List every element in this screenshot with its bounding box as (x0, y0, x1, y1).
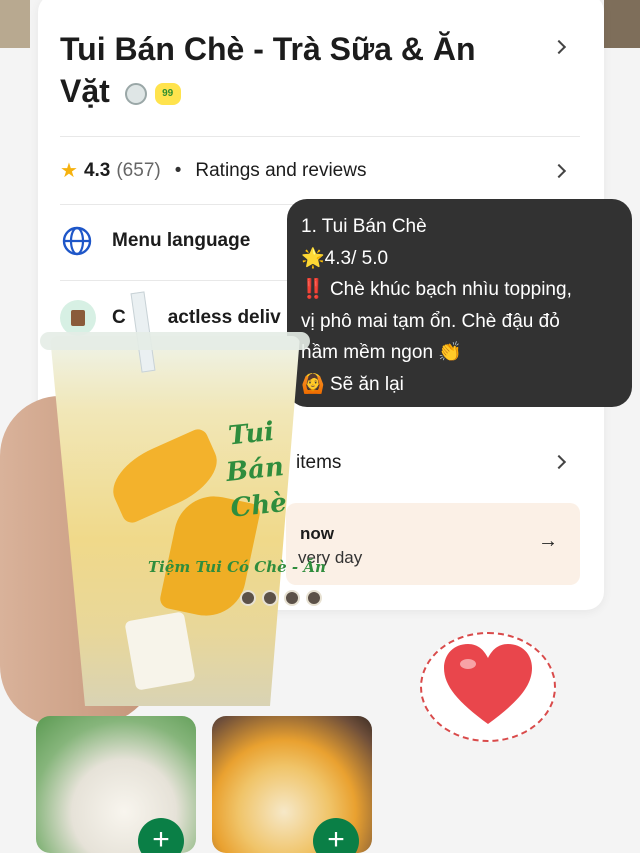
arrow-right-icon[interactable]: → (538, 530, 558, 553)
review-line-title: 1. Tui Bán Chè (301, 216, 427, 237)
globe-icon (62, 226, 92, 256)
review-line-comment-2: vị phô mai tạm ổn. Chè đậu đỏ (301, 310, 560, 332)
review-line-comment-3: hầm mềm ngon 👏 (301, 341, 462, 363)
star-icon: ★ (60, 160, 78, 182)
ratings-and-reviews-link[interactable]: Ratings and reviews (195, 160, 366, 182)
background-photo-right (604, 0, 640, 48)
promo-banner[interactable] (286, 503, 580, 585)
clapping-hands-icon: 👏 (438, 341, 462, 363)
pearls (240, 590, 322, 606)
background-photo-left (0, 0, 30, 48)
store-title-text: Tui Bán Chè - Trà Sữa & Ăn Vặt (60, 31, 476, 109)
heart-sticker (412, 624, 562, 752)
promo-99-badge-icon: 99 (154, 82, 181, 105)
cup-tagline: Tiệm Tui Có Chè - Ăn (148, 558, 326, 576)
review-overlay-bubble: 1. Tui Bán Chè 🌟4.3/ 5.0 ‼️ Chè khúc bạc… (287, 199, 632, 407)
drink-cup-photo: Tui Bán Chè Tiệm Tui Có Chè - Ăn (0, 291, 326, 726)
store-badges: 99 (124, 82, 181, 105)
review-line-verdict: 🙆 Sẽ ăn lại (301, 372, 404, 395)
review-line-rating: 🌟4.3/ 5.0 (301, 246, 389, 269)
store-title: Tui Bán Chè - Trà Sữa & Ăn Vặt 99 (60, 28, 480, 112)
heart-icon (444, 644, 532, 724)
rating-value: 4.3 (83, 159, 111, 181)
glowing-star-icon: 🌟 (301, 246, 325, 269)
rating-count: (657) (116, 159, 161, 181)
cup-brand-logo: Tui Bán Chè (224, 416, 289, 524)
divider (60, 136, 580, 137)
ratings-row[interactable]: ★ 4.3 (657) • Ratings and reviews (60, 158, 366, 183)
menu-language-label: Menu language (112, 230, 251, 251)
verified-store-icon (124, 82, 147, 105)
jelly-cube (124, 611, 196, 691)
cup-lid (40, 332, 310, 350)
dot-separator: • (174, 159, 182, 181)
menu-language-row[interactable]: Menu language (62, 226, 250, 256)
review-line-comment-1: ‼️ Chè khúc bạch nhìu topping, (301, 278, 572, 300)
